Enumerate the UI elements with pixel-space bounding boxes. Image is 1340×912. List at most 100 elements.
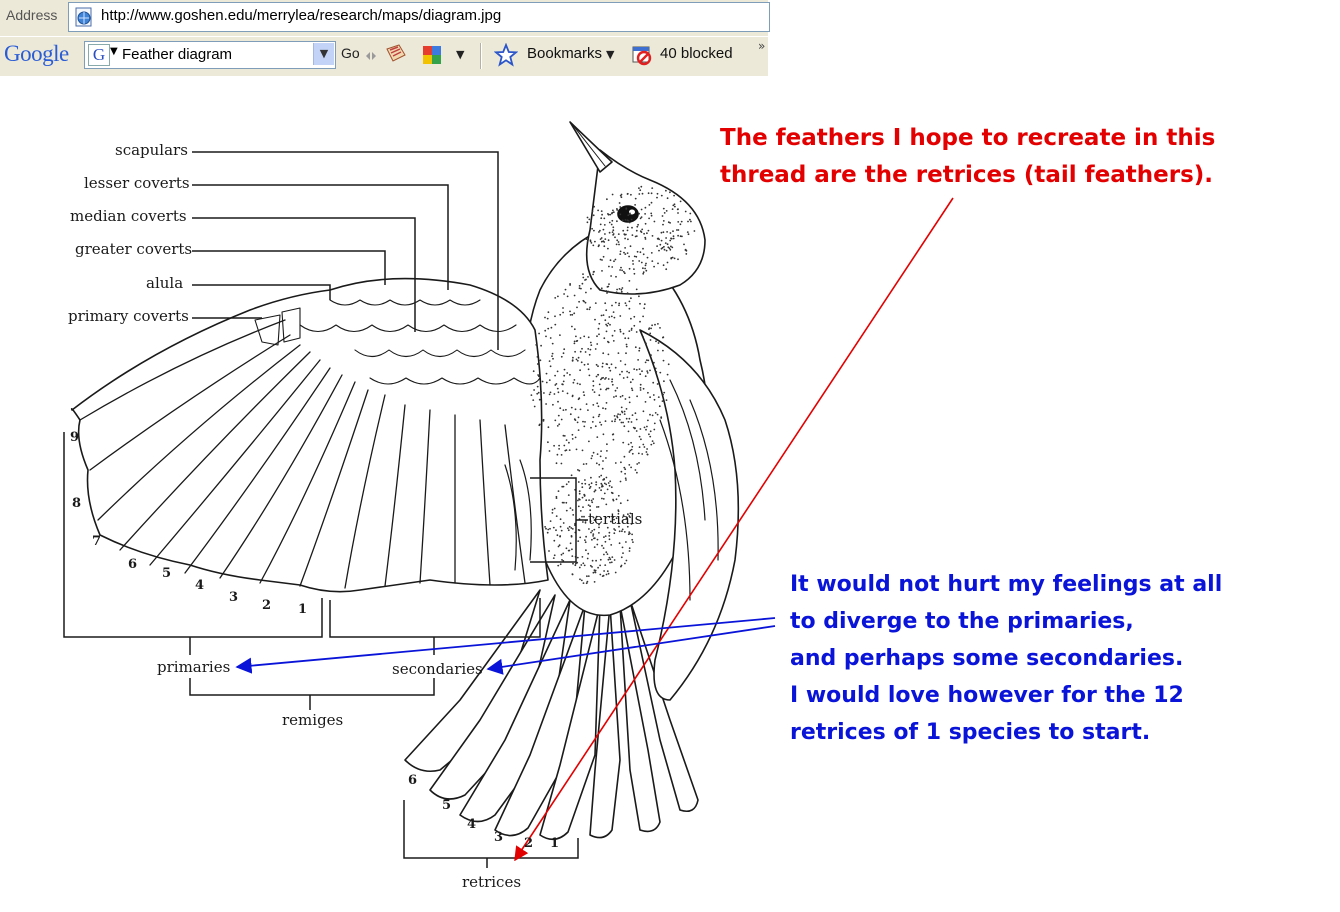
stipple-dot xyxy=(654,412,657,414)
stipple-dot xyxy=(551,512,554,514)
popup-blocker-icon[interactable] xyxy=(630,43,654,67)
stipple-dot xyxy=(587,276,589,278)
stipple-dot xyxy=(664,242,667,245)
stipple-dot xyxy=(663,248,666,251)
google-logo[interactable]: Google xyxy=(4,41,69,67)
stipple-dot xyxy=(624,247,626,249)
stipple-dot xyxy=(619,330,622,333)
stipple-dot xyxy=(650,252,653,254)
search-type-dropdown-icon[interactable]: ▼ xyxy=(110,46,118,57)
stipple-dot xyxy=(543,392,545,394)
stipple-dot xyxy=(624,253,627,256)
stipple-dot xyxy=(592,244,595,247)
stipple-dot xyxy=(585,238,588,241)
stipple-dot xyxy=(613,260,615,263)
stipple-dot xyxy=(557,564,560,567)
stipple-dot xyxy=(600,489,602,492)
stipple-dot xyxy=(659,243,662,246)
stipple-dot xyxy=(591,530,594,532)
stipple-dot xyxy=(622,377,625,379)
stipple-dot xyxy=(631,378,634,381)
stipple-dot xyxy=(559,518,562,521)
stipple-dot xyxy=(615,395,617,398)
stipple-dot xyxy=(673,257,676,260)
star-icon[interactable] xyxy=(494,43,518,67)
stipple-dot xyxy=(610,223,613,226)
stipple-dot xyxy=(650,327,652,330)
stipple-dot xyxy=(607,353,610,356)
bookmarks-button[interactable]: Bookmarks xyxy=(527,45,602,62)
stipple-dot xyxy=(572,356,574,359)
stipple-dot xyxy=(628,330,631,332)
stipple-dot xyxy=(617,494,620,497)
stipple-dot xyxy=(656,383,659,385)
stipple-dot xyxy=(638,347,641,350)
stipple-dot xyxy=(624,398,627,400)
stipple-dot xyxy=(643,307,646,310)
stipple-dot xyxy=(583,363,586,366)
stipple-dot xyxy=(569,413,572,416)
toolbar-overflow-icon[interactable]: » xyxy=(758,39,765,53)
bookmarks-dropdown-icon[interactable]: ▼ xyxy=(606,48,614,61)
search-history-dropdown-icon[interactable]: ▼ xyxy=(313,43,334,65)
stipple-dot xyxy=(590,219,593,222)
stipple-dot xyxy=(539,359,542,362)
stipple-dot xyxy=(574,350,576,353)
stipple-dot xyxy=(609,323,611,326)
google-search-input[interactable]: G ▼ Feather diagram ▼ xyxy=(84,41,336,69)
stipple-dot xyxy=(600,450,602,452)
stipple-dot xyxy=(604,420,607,422)
stipple-dot xyxy=(590,499,593,502)
stipple-dot xyxy=(622,421,624,424)
stipple-dot xyxy=(587,336,590,339)
pagerank-icon[interactable] xyxy=(420,43,444,67)
stipple-dot xyxy=(573,294,576,297)
stipple-dot xyxy=(611,378,614,381)
stipple-dot xyxy=(608,366,611,369)
stipple-dot xyxy=(638,260,641,262)
stipple-dot xyxy=(611,266,614,268)
stipple-dot xyxy=(595,483,598,486)
address-input[interactable]: http://www.goshen.edu/merrylea/research/… xyxy=(68,2,770,32)
stipple-dot xyxy=(626,370,628,373)
stipple-dot xyxy=(532,370,535,373)
primary-number: 5 xyxy=(162,566,172,581)
stipple-dot xyxy=(536,385,539,388)
stipple-dot xyxy=(639,302,641,305)
stipple-dot xyxy=(607,378,610,380)
pagerank-dropdown-icon[interactable]: ▼ xyxy=(456,48,464,61)
stipple-dot xyxy=(633,324,636,327)
stipple-dot xyxy=(536,356,539,358)
go-button[interactable]: Go xyxy=(341,45,360,61)
stipple-dot xyxy=(619,413,621,416)
stipple-dot xyxy=(562,352,565,355)
stipple-dot xyxy=(569,507,572,509)
blocked-count[interactable]: 40 blocked xyxy=(660,45,733,62)
stipple-dot xyxy=(644,213,646,215)
stipple-dot xyxy=(633,315,636,318)
stipple-dot xyxy=(596,402,599,405)
blue-annotation-line: It would not hurt my feelings at all xyxy=(790,572,1223,597)
stipple-dot xyxy=(604,302,607,305)
stipple-dot xyxy=(552,357,554,360)
stipple-dot xyxy=(642,410,645,413)
stipple-dot xyxy=(565,483,568,486)
stipple-dot xyxy=(624,302,627,304)
stipple-dot xyxy=(644,375,647,378)
stipple-dot xyxy=(601,259,603,261)
stipple-dot xyxy=(583,425,586,428)
stipple-dot xyxy=(631,234,634,237)
stipple-dot xyxy=(562,383,564,386)
stipple-dot xyxy=(608,221,611,224)
stipple-dot xyxy=(571,325,573,328)
google-g-icon[interactable]: G xyxy=(88,44,110,66)
stipple-dot xyxy=(594,489,597,491)
stipple-dot xyxy=(618,418,621,421)
stipple-dot xyxy=(654,367,657,370)
stipple-dot xyxy=(606,488,609,491)
stipple-dot xyxy=(620,421,623,424)
news-icon[interactable] xyxy=(384,43,408,67)
stipple-dot xyxy=(672,230,674,233)
retrix-number: 2 xyxy=(524,836,534,851)
stipple-dot xyxy=(587,348,590,350)
